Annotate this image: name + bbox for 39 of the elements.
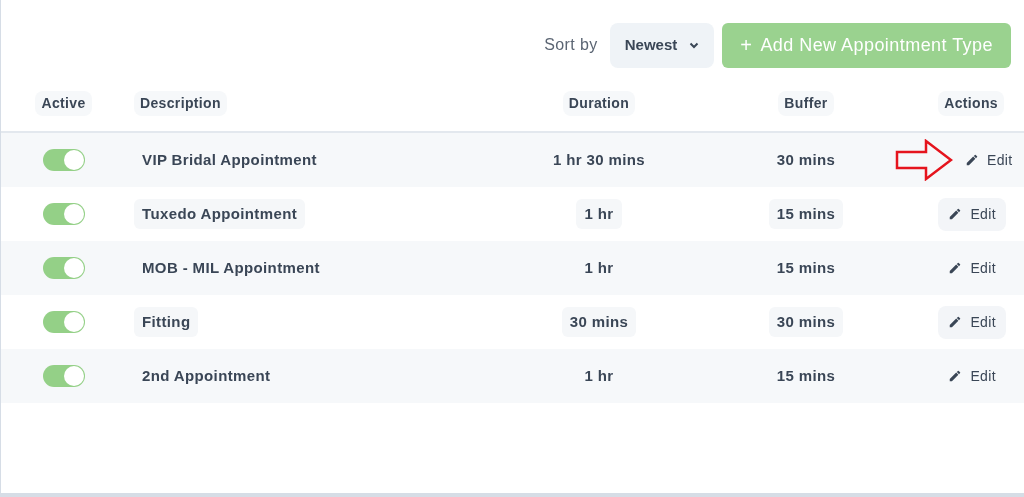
active-toggle[interactable]	[42, 311, 85, 333]
buffer-cell-text: 15 mins	[775, 365, 837, 386]
description-cell-text: VIP Bridal Appointment	[141, 149, 318, 170]
pencil-icon	[948, 369, 963, 383]
buffer-cell-text: 15 mins	[775, 257, 837, 278]
pencil-icon	[965, 153, 979, 167]
description-cell: Fitting	[134, 306, 199, 338]
edit-button[interactable]: Edit	[955, 143, 1023, 177]
active-toggle[interactable]	[42, 365, 85, 387]
pencil-icon	[948, 207, 963, 221]
column-header: Actions	[938, 90, 1004, 116]
active-toggle[interactable]	[42, 257, 85, 279]
edit-button[interactable]: Edit	[938, 359, 1006, 393]
column-header: Description	[134, 90, 227, 116]
duration-cell-text: 1 hr 30 mins	[551, 149, 646, 170]
duration-cell-text: 1 hr	[583, 365, 615, 386]
buffer-cell: 30 mins	[768, 306, 844, 338]
sort-label: Sort by	[544, 35, 598, 55]
plus-icon: +	[740, 30, 753, 60]
active-toggle[interactable]	[42, 203, 85, 225]
duration-cell: 30 mins	[561, 306, 637, 338]
active-toggle[interactable]	[42, 149, 85, 171]
pencil-icon	[948, 261, 963, 275]
duration-cell: 1 hr	[576, 198, 622, 230]
column-header: Duration	[562, 90, 636, 116]
pencil-icon	[948, 315, 963, 329]
description-cell-text: 2nd Appointment	[141, 365, 272, 386]
column-header: Buffer	[778, 90, 834, 116]
edit-button[interactable]: Edit	[938, 305, 1006, 339]
description-cell-text: MOB - MIL Appointment	[141, 257, 321, 278]
sort-dropdown[interactable]: Newest	[609, 22, 715, 68]
column-header: Active	[35, 90, 92, 116]
duration-cell-text: 1 hr	[583, 257, 615, 278]
chevron-icon	[689, 41, 700, 49]
edit-button[interactable]: Edit	[938, 251, 1006, 285]
edit-button[interactable]: Edit	[938, 197, 1006, 231]
description-cell: Tuxedo Appointment	[134, 198, 306, 230]
buffer-cell: 15 mins	[768, 198, 844, 230]
buffer-cell-text: 30 mins	[775, 149, 837, 170]
